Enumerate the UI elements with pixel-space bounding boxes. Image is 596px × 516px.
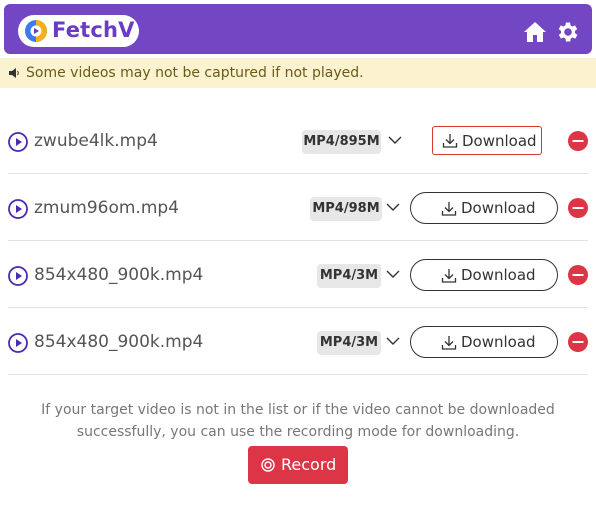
download-button[interactable]: Download [410,192,558,224]
play-icon[interactable] [8,132,28,152]
record-icon [261,458,275,472]
record-label: Record [281,455,337,474]
remove-icon[interactable] [568,198,588,218]
remove-icon[interactable] [568,332,588,352]
chevron-down-icon[interactable] [386,202,400,212]
recording-hint: If your target video is not in the list … [41,402,555,440]
notice-text: Some videos may not be captured if not p… [26,65,364,81]
video-filename: 854x480_900k.mp4 [34,265,204,285]
download-label: Download [462,132,537,150]
play-icon[interactable] [8,199,28,219]
remove-icon[interactable] [568,265,588,285]
video-row: 854x480_900k.mp4 MP4/3M Download [8,242,588,308]
speaker-icon [9,68,19,78]
download-label: Download [461,333,536,351]
video-row: 854x480_900k.mp4 MP4/3M Download [8,309,588,375]
row-divider [8,240,588,241]
video-filename: zwube4lk.mp4 [34,131,158,151]
row-divider [8,307,588,308]
app-name: FetchV [52,18,135,42]
fetchv-popup: FetchV Some videos may not be captured i… [0,0,596,516]
video-row: zmum96om.mp4 MP4/98M Download [8,175,588,241]
chevron-down-icon[interactable] [386,336,400,346]
video-row: zwube4lk.mp4 MP4/895M Download [8,108,588,174]
video-filename: zmum96om.mp4 [34,198,179,218]
format-badge: MP4/895M [302,130,381,154]
chevron-down-icon[interactable] [386,269,400,279]
download-icon [442,134,458,148]
play-icon[interactable] [8,266,28,286]
download-icon [441,202,457,216]
remove-icon[interactable] [568,131,588,151]
download-icon [441,336,457,350]
app-header: FetchV [4,4,592,54]
row-divider [8,173,588,174]
download-label: Download [461,266,536,284]
notice-banner: Some videos may not be captured if not p… [0,58,596,88]
download-label: Download [461,199,536,217]
format-badge: MP4/98M [310,197,382,221]
chevron-down-icon[interactable] [388,135,402,145]
format-badge: MP4/3M [317,264,381,288]
format-badge: MP4/3M [317,331,381,355]
record-button[interactable]: Record [248,446,348,484]
gear-icon[interactable] [555,19,581,45]
brand-logo: FetchV [18,15,139,47]
download-button[interactable]: Download [432,126,542,155]
row-divider [8,374,588,375]
logo-icon [25,20,47,42]
video-filename: 854x480_900k.mp4 [34,332,204,352]
download-icon [441,269,457,283]
home-icon[interactable] [523,20,547,44]
download-button[interactable]: Download [410,326,558,358]
download-button[interactable]: Download [410,259,558,291]
play-icon[interactable] [8,333,28,353]
